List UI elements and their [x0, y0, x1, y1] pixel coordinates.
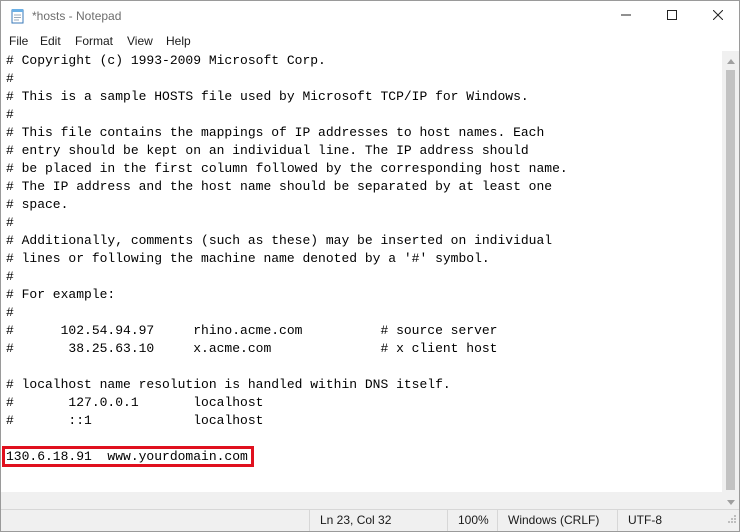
editor-line: # ::1 localhost: [6, 413, 264, 428]
editor-line: # This file contains the mappings of IP …: [6, 125, 545, 140]
status-cursor-position: Ln 23, Col 32: [309, 510, 447, 531]
editor-line: # entry should be kept on an individual …: [6, 143, 529, 158]
chevron-down-icon: [726, 492, 735, 510]
editor-line: #: [6, 71, 14, 86]
chevron-up-icon: [726, 51, 735, 69]
editor-line: # be placed in the first column followed…: [6, 161, 568, 176]
editor-line: # The IP address and the host name shoul…: [6, 179, 553, 194]
title-bar[interactable]: *hosts - Notepad: [1, 1, 739, 31]
close-button[interactable]: [695, 1, 739, 31]
scroll-thumb[interactable]: [726, 70, 735, 490]
window-title: *hosts - Notepad: [32, 9, 122, 23]
text-editor[interactable]: # Copyright (c) 1993-2009 Microsoft Corp…: [1, 51, 722, 509]
resize-grip-icon[interactable]: [727, 511, 737, 529]
menu-bar: File Edit Format View Help: [1, 31, 739, 51]
editor-line: # 38.25.63.10 x.acme.com # x client host: [6, 341, 498, 356]
editor-line: #: [6, 107, 14, 122]
menu-edit[interactable]: Edit: [40, 34, 61, 48]
horizontal-scrollbar[interactable]: [1, 492, 722, 509]
maximize-button[interactable]: [649, 1, 695, 31]
editor-line: # lines or following the machine name de…: [6, 251, 490, 266]
close-icon: [712, 7, 724, 25]
editor-line: #: [6, 269, 14, 284]
scroll-down-button[interactable]: [722, 492, 739, 509]
vertical-scrollbar[interactable]: [722, 51, 739, 509]
maximize-icon: [667, 7, 677, 25]
status-bar: Ln 23, Col 32 100% Windows (CRLF) UTF-8: [1, 509, 739, 531]
editor-line: #: [6, 215, 14, 230]
editor-line: # This is a sample HOSTS file used by Mi…: [6, 89, 529, 104]
editor-line: # Additionally, comments (such as these)…: [6, 233, 553, 248]
editor-line: # 127.0.0.1 localhost: [6, 395, 264, 410]
minimize-icon: [621, 7, 631, 25]
editor-line: #: [6, 305, 14, 320]
minimize-button[interactable]: [603, 1, 649, 31]
editor-line: # Copyright (c) 1993-2009 Microsoft Corp…: [6, 53, 326, 68]
editor-line: # space.: [6, 197, 69, 212]
status-line-ending: Windows (CRLF): [497, 510, 617, 531]
menu-help[interactable]: Help: [166, 34, 191, 48]
notepad-window: *hosts - Notepad File Edit Format View H…: [0, 0, 740, 532]
scroll-up-button[interactable]: [722, 51, 739, 68]
menu-format[interactable]: Format: [75, 34, 113, 48]
editor-line-current: 130.6.18.91 www.yourdomain.com: [6, 449, 248, 464]
status-zoom: 100%: [447, 510, 497, 531]
menu-view[interactable]: View: [127, 34, 153, 48]
editor-line: # localhost name resolution is handled w…: [6, 377, 451, 392]
editor-line: # For example:: [6, 287, 116, 302]
editor-line: # 102.54.94.97 rhino.acme.com # source s…: [6, 323, 498, 338]
menu-file[interactable]: File: [9, 34, 28, 48]
notepad-icon: [10, 8, 26, 24]
status-encoding: UTF-8: [617, 510, 737, 531]
